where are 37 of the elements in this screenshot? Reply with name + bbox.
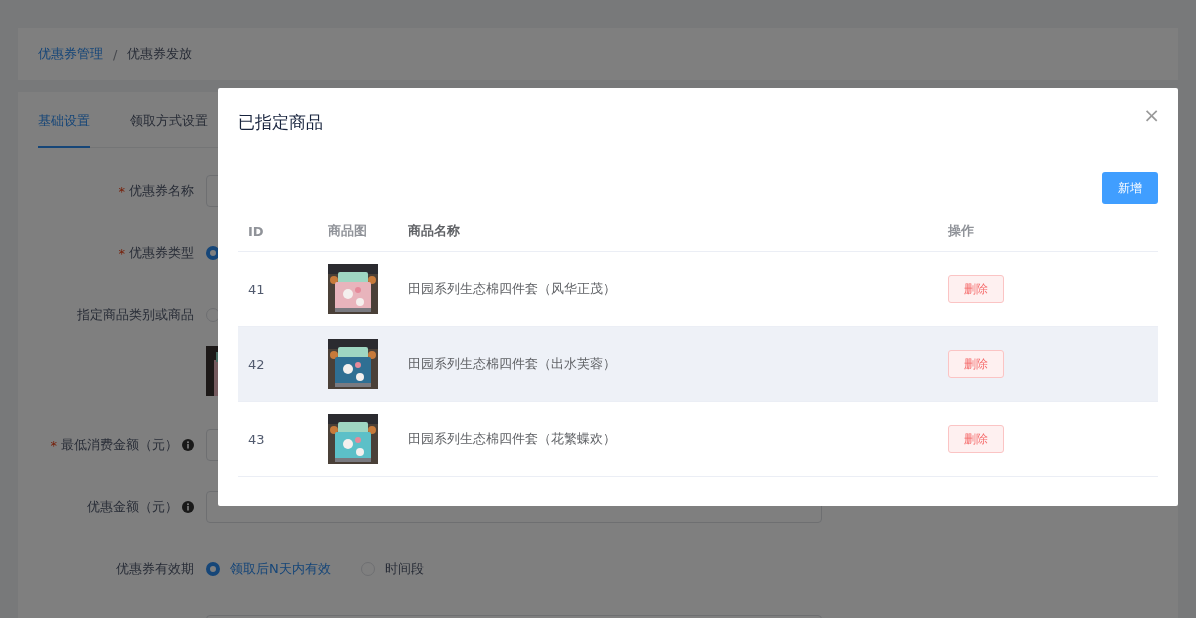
column-header: 商品图 bbox=[327, 222, 368, 240]
column-header: ID bbox=[247, 223, 265, 239]
product-name-cell-text: 田园系列生态棉四件套（花繁蝶欢） bbox=[407, 430, 617, 448]
id-cell-text: 43 bbox=[247, 431, 266, 447]
delete-button[interactable]: 删除 bbox=[948, 275, 1004, 303]
required-mark: * bbox=[118, 183, 125, 199]
column-header: 操作 bbox=[947, 222, 975, 240]
info-icon[interactable] bbox=[182, 501, 194, 513]
radio-label[interactable]: 领取后N天内有效 bbox=[230, 560, 331, 578]
radio-label[interactable]: 时间段 bbox=[384, 560, 424, 578]
breadcrumb-separator: / bbox=[113, 46, 118, 62]
field-label: 优惠金额（元） bbox=[87, 498, 178, 516]
dialog-title: 已指定商品 bbox=[238, 110, 323, 134]
required-mark: * bbox=[118, 245, 125, 261]
breadcrumb-link[interactable]: 优惠券管理 bbox=[38, 45, 103, 63]
close-button[interactable]: × bbox=[1143, 103, 1160, 127]
field-label: 优惠券有效期 bbox=[116, 560, 194, 578]
delete-button[interactable]: 删除 bbox=[948, 425, 1004, 453]
field-label: 优惠券类型 bbox=[129, 244, 194, 262]
product-name-cell-text: 田园系列生态棉四件套（风华正茂） bbox=[407, 280, 617, 298]
delete-button[interactable]: 删除 bbox=[948, 350, 1004, 378]
field-label: 优惠券名称 bbox=[129, 182, 194, 200]
tab[interactable]: 基础设置 bbox=[38, 92, 90, 148]
id-cell-text: 41 bbox=[247, 281, 266, 297]
field-label: 最低消费金额（元） bbox=[61, 436, 178, 454]
info-icon[interactable] bbox=[182, 439, 194, 451]
field-label: 指定商品类别或商品 bbox=[77, 306, 194, 324]
table-row[interactable]: 42 田园系列生态棉四件套（出水芙蓉） 删除 bbox=[238, 327, 1158, 402]
id-cell-text: 42 bbox=[247, 356, 266, 372]
add-button[interactable]: 新增 bbox=[1102, 172, 1158, 204]
table-row[interactable]: 43 田园系列生态棉四件套（花繁蝶欢） 删除 bbox=[238, 402, 1158, 477]
column-header: 商品名称 bbox=[407, 222, 461, 240]
product-name-cell-text: 田园系列生态棉四件套（出水芙蓉） bbox=[407, 355, 617, 373]
tab[interactable]: 领取方式设置 bbox=[130, 92, 208, 146]
breadcrumb-link[interactable]: 优惠券发放 bbox=[127, 45, 193, 63]
radio-button[interactable] bbox=[206, 562, 220, 576]
required-mark: * bbox=[50, 437, 57, 453]
